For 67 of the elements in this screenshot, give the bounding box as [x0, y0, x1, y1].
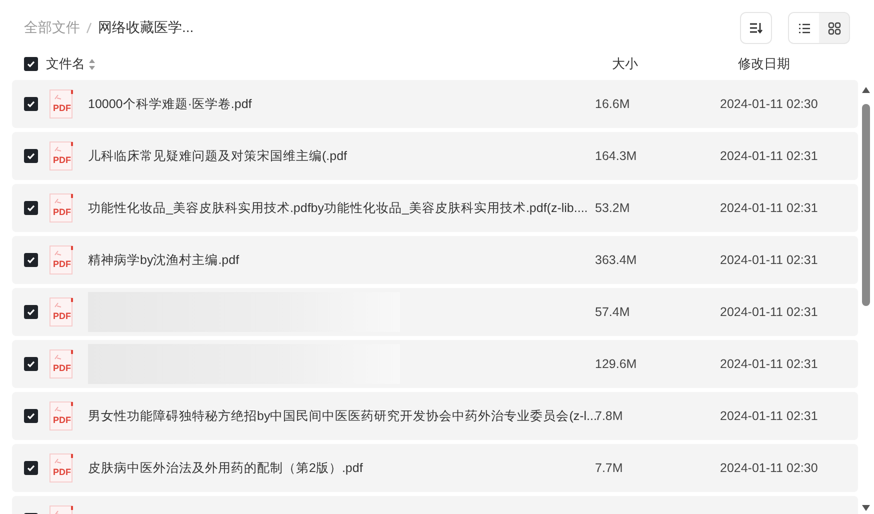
- file-size: 53.2M: [595, 201, 631, 215]
- checkmark-icon: [26, 411, 36, 421]
- modified-date: 2024-01-11 02:31: [720, 357, 818, 371]
- file-row[interactable]: PDF 皮肤病中医外治法及外用药的配制（第2版）.pdf 7.7M 2024-01-11 02:30: [12, 444, 858, 492]
- pdf-file-icon: PDF: [49, 297, 75, 327]
- checkmark-icon: [26, 59, 36, 69]
- sort-icon: [749, 22, 763, 34]
- file-size: 363.4M: [595, 253, 638, 267]
- file-size: 16.6M: [595, 97, 631, 111]
- row-checkbox[interactable]: [24, 409, 38, 423]
- modified-date: 2024-01-11 02:31: [720, 253, 818, 267]
- select-all-checkbox[interactable]: [24, 57, 38, 71]
- file-name: 儿科临床常见疑难问题及对策宋国维主编(.pdf: [88, 148, 348, 164]
- row-checkbox[interactable]: [24, 253, 38, 267]
- row-checkbox[interactable]: [24, 97, 38, 111]
- sort-icon[interactable]: [89, 58, 95, 70]
- modified-date: 2024-01-11 02:31: [720, 149, 818, 163]
- row-checkbox[interactable]: [24, 149, 38, 163]
- row-checkbox[interactable]: [24, 461, 38, 475]
- file-size: 57.4M: [595, 305, 631, 319]
- list-icon: [798, 22, 810, 34]
- file-row[interactable]: PDF 10000个科学难题·医学卷.pdf 16.6M 2024-01-11 02:30: [12, 80, 858, 128]
- checkmark-icon: [26, 359, 36, 369]
- checkmark-icon: [26, 307, 36, 317]
- row-checkbox[interactable]: [24, 305, 38, 319]
- pdf-file-icon: PDF: [49, 193, 75, 223]
- pdf-file-icon: PDF: [49, 453, 75, 483]
- pdf-file-icon: PDF: [49, 141, 75, 171]
- modified-date: 2024-01-11 02:31: [720, 201, 818, 215]
- modified-date: 2024-01-11 02:30: [720, 461, 818, 475]
- file-name: 精神病学by沈渔村主编.pdf: [88, 252, 240, 268]
- file-row[interactable]: PDF 精神病学by沈渔村主编.pdf 363.4M 2024-01-11 02:31: [12, 236, 858, 284]
- pdf-file-icon: PDF: [49, 349, 75, 379]
- column-header[interactable]: 文件名: [46, 55, 85, 73]
- pdf-file-icon: PDF: [49, 89, 75, 119]
- checkmark-icon: [26, 151, 36, 161]
- pdf-file-icon: PDF: [49, 245, 75, 275]
- file-name: 男女性功能障碍独特秘方绝招by中国民间中医医药研究开发协会中药外治专业委员会(z-l...: [88, 408, 595, 424]
- sort-button[interactable]: [740, 12, 772, 44]
- file-size: 7.8M: [595, 409, 624, 423]
- file-row[interactable]: PDF 57.4M 2024-01-11 02:31: [12, 288, 858, 336]
- modified-date: 2024-01-11 02:31: [720, 305, 818, 319]
- file-size: 7.7M: [595, 461, 624, 475]
- file-name: 10000个科学难题·医学卷.pdf: [88, 96, 253, 112]
- file-row[interactable]: PDF 儿科临床常见疑难问题及对策宋国维主编(.pdf 164.3M 2024-01-11 02:31: [12, 132, 858, 180]
- checkmark-icon: [26, 255, 36, 265]
- file-name: 皮肤病中医外治法及外用药的配制（第2版）.pdf: [88, 460, 364, 476]
- file-row[interactable]: PDF 129.6M 2024-01-11 02:31: [12, 340, 858, 388]
- pdf-file-icon: PDF: [49, 401, 75, 431]
- breadcrumb-item: 网络收藏医学...: [98, 19, 194, 37]
- file-row[interactable]: PDF 功能性化妆品_美容皮肤科实用技术.pdfby功能性化妆品_美容皮肤科实用技术.pdf(z-lib.... 53.2M 2024-01-11 02:31: [12, 184, 858, 232]
- file-size: 129.6M: [595, 357, 638, 371]
- checkmark-icon: [26, 99, 36, 109]
- column-header: 修改日期: [738, 55, 791, 73]
- modified-date: 2024-01-11 02:30: [720, 97, 818, 111]
- row-checkbox[interactable]: [24, 201, 38, 215]
- checkmark-icon: [26, 463, 36, 473]
- row-checkbox[interactable]: [24, 357, 38, 371]
- column-header: 大小: [612, 55, 639, 73]
- modified-date: 2024-01-11 02:31: [720, 409, 818, 423]
- grid-icon: [828, 22, 840, 34]
- breadcrumb-separator: [86, 22, 92, 34]
- file-size: 164.3M: [595, 149, 638, 163]
- file-row[interactable]: PDF 男女性功能障碍独特秘方绝招by中国民间中医医药研究开发协会中药外治专业委员会(z-l...7.8M 2024-01-11 02:31: [12, 392, 858, 440]
- file-name: 功能性化妆品_美容皮肤科实用技术.pdfby功能性化妆品_美容皮肤科实用技术.pdf(z-lib....: [88, 200, 589, 216]
- checkmark-icon: [26, 203, 36, 213]
- list-view-button[interactable]: [789, 13, 819, 43]
